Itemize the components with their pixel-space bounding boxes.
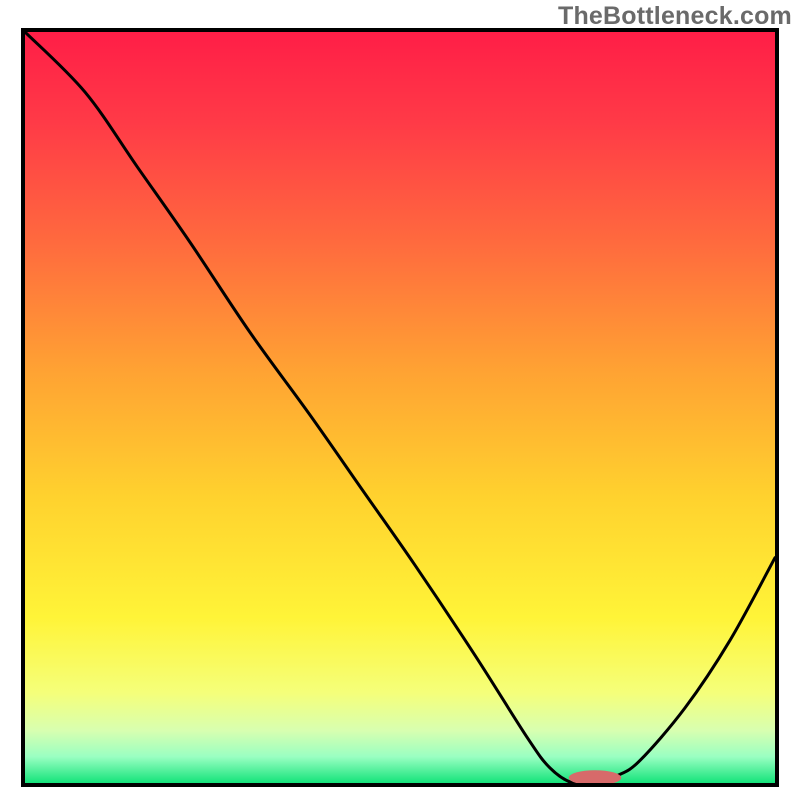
- background-rect: [25, 32, 775, 783]
- chart-root: TheBottleneck.com: [0, 0, 800, 800]
- chart-svg: [25, 32, 775, 783]
- watermark-text: TheBottleneck.com: [558, 2, 792, 31]
- chart-area: [21, 28, 779, 787]
